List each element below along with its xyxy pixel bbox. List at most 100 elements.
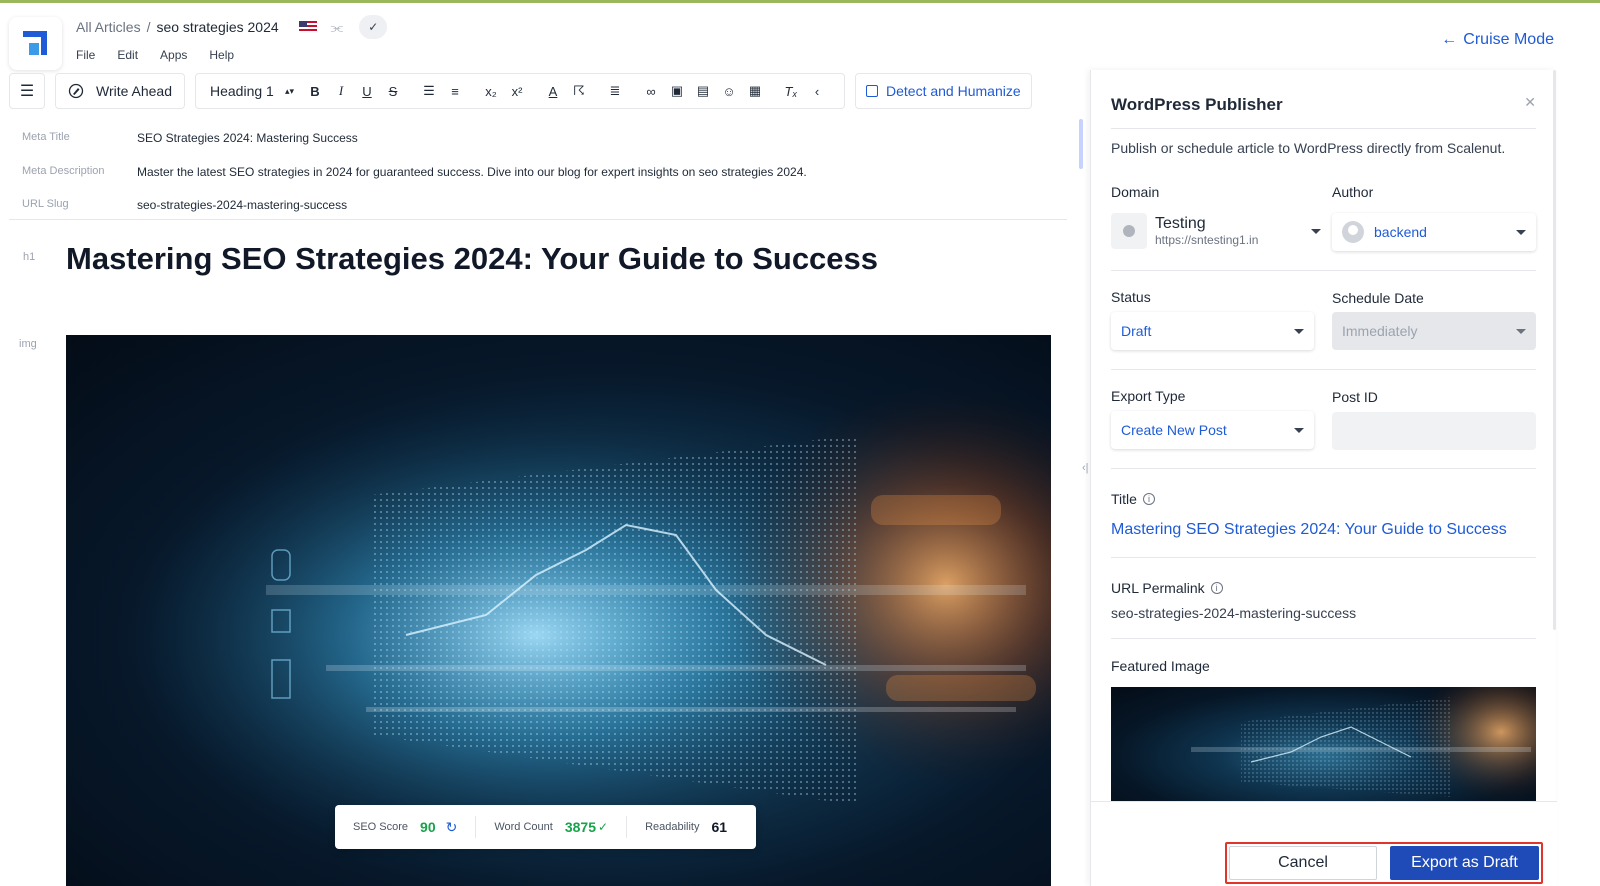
breadcrumb: All Articles / seo strategies 2024 ⫘ ✓ [76, 15, 388, 39]
cruise-mode-link[interactable]: ← Cruise Mode [1441, 31, 1554, 49]
panel-description: Publish or schedule article to WordPress… [1111, 140, 1506, 156]
export-type-select[interactable]: Create New Post [1111, 411, 1314, 449]
detect-humanize-button[interactable]: Detect and Humanize [855, 73, 1032, 109]
share-icon[interactable]: ⫘ [331, 19, 344, 36]
chevron-down-icon [1294, 328, 1304, 334]
ordered-list-icon[interactable]: ☰ [416, 83, 442, 99]
subscript-button[interactable]: x₂ [478, 84, 504, 99]
article-stats-bar: SEO Score 90 ↻ Word Count 3875 ✓ Readabi… [335, 805, 756, 849]
write-ahead-label: Write Ahead [96, 83, 173, 99]
superscript-button[interactable]: x² [504, 84, 530, 99]
hero-image[interactable] [66, 335, 1051, 886]
menu-edit[interactable]: Edit [117, 48, 138, 62]
image-icon[interactable]: ▣ [664, 83, 690, 99]
meta-description-label: Meta Description [22, 165, 105, 177]
seo-score-value: 90 [420, 819, 436, 835]
table-icon[interactable]: ▦ [742, 83, 768, 99]
highlight-icon[interactable]: ☈ [566, 83, 592, 99]
readability-value: 61 [711, 819, 728, 835]
refresh-icon[interactable]: ↻ [446, 819, 458, 836]
italic-button[interactable]: I [328, 83, 354, 99]
panel-scrollbar[interactable] [1553, 70, 1556, 630]
meta-title-label: Meta Title [22, 131, 70, 143]
word-count-label: Word Count [494, 821, 553, 833]
heading-select[interactable]: Heading 1 ▴▾ [210, 83, 302, 99]
breadcrumb-separator: / [146, 19, 151, 35]
app-logo[interactable] [9, 17, 62, 70]
chevron-down-icon [1311, 228, 1321, 234]
author-value: backend [1374, 224, 1427, 240]
meta-title-value[interactable]: SEO Strategies 2024: Mastering Success [137, 131, 358, 145]
detect-icon [866, 85, 878, 97]
info-icon[interactable]: i [1210, 582, 1223, 594]
bold-button[interactable]: B [302, 84, 328, 99]
title-label: Title [1111, 491, 1137, 507]
us-flag-icon[interactable] [298, 21, 317, 33]
author-select[interactable]: backend [1332, 213, 1536, 251]
emoji-icon[interactable]: ☺ [716, 84, 742, 99]
schedule-date-label: Schedule Date [1332, 290, 1424, 306]
editor-toolbar: ☰ Write Ahead Heading 1 ▴▾ B I U S ☰ ≡ x… [9, 73, 1032, 109]
arrow-left-icon: ← [1441, 31, 1458, 48]
meta-description-row: Meta Description Master the latest SEO s… [22, 165, 807, 179]
video-icon[interactable]: ▤ [690, 83, 716, 99]
panel-footer: Cancel Export as Draft [1091, 801, 1557, 886]
post-id-field[interactable] [1332, 412, 1536, 450]
avatar [1342, 221, 1364, 243]
divider [1111, 369, 1536, 370]
cancel-button[interactable]: Cancel [1229, 846, 1377, 880]
seo-score-label: SEO Score [353, 821, 409, 833]
wordpress-publisher-panel: WordPress Publisher ✕ Publish or schedul… [1090, 70, 1557, 886]
divider [1111, 128, 1536, 129]
status-select[interactable]: Draft [1111, 312, 1314, 350]
export-as-draft-button[interactable]: Export as Draft [1390, 846, 1539, 880]
check-icon[interactable]: ✓ [359, 15, 388, 39]
info-icon[interactable]: i [1142, 493, 1155, 505]
globe-icon [1111, 213, 1147, 249]
domain-select[interactable]: Testing https://sntesting1.in [1111, 210, 1321, 252]
outline-toggle-button[interactable]: ☰ [9, 73, 45, 109]
chevron-down-icon [1516, 229, 1526, 235]
close-icon[interactable]: ✕ [1524, 94, 1536, 111]
permalink-value[interactable]: seo-strategies-2024-mastering-success [1111, 605, 1356, 621]
domain-name: Testing [1155, 215, 1206, 232]
url-slug-value[interactable]: seo-strategies-2024-mastering-success [137, 198, 347, 212]
menu-help[interactable]: Help [209, 48, 234, 62]
checkmark-icon: ✓ [598, 820, 609, 834]
format-toolbar: Heading 1 ▴▾ B I U S ☰ ≡ x₂ x² A ☈ ≣ ∞ ▣… [195, 73, 845, 109]
title-value[interactable]: Mastering SEO Strategies 2024: Your Guid… [1111, 521, 1507, 539]
article-editor[interactable]: Meta Title SEO Strategies 2024: Masterin… [9, 119, 1083, 886]
schedule-date-value: Immediately [1342, 323, 1418, 339]
post-id-label: Post ID [1332, 389, 1378, 405]
text-color-icon[interactable]: A [540, 84, 566, 99]
export-type-value: Create New Post [1121, 422, 1227, 438]
strikethrough-button[interactable]: S [380, 84, 406, 99]
bullet-list-icon[interactable]: ≡ [442, 84, 468, 99]
link-icon[interactable]: ∞ [638, 84, 664, 99]
collapse-toolbar-icon[interactable]: ‹ [804, 84, 830, 99]
write-ahead-button[interactable]: Write Ahead [55, 73, 185, 109]
editor-scrollbar[interactable] [1079, 119, 1083, 169]
breadcrumb-all-articles[interactable]: All Articles [76, 19, 141, 35]
meta-description-value[interactable]: Master the latest SEO strategies in 2024… [137, 165, 807, 179]
title-label-row: Title i [1111, 491, 1155, 507]
chevron-down-icon [1516, 328, 1526, 334]
menu-apps[interactable]: Apps [160, 48, 187, 62]
h1-tag-label: h1 [23, 251, 36, 263]
meta-title-row: Meta Title SEO Strategies 2024: Masterin… [22, 131, 358, 145]
underline-button[interactable]: U [354, 84, 380, 99]
divider [1111, 557, 1536, 558]
panel-resize-handle[interactable]: ‹| [1082, 462, 1089, 474]
schedule-date-select[interactable]: Immediately [1332, 312, 1536, 350]
menu-file[interactable]: File [76, 48, 95, 62]
menu-bar: File Edit Apps Help [76, 48, 234, 62]
featured-image-label: Featured Image [1111, 658, 1210, 674]
panel-title: WordPress Publisher [1111, 95, 1283, 114]
featured-image-thumbnail[interactable] [1111, 687, 1536, 802]
write-ahead-icon [68, 83, 84, 99]
top-bar: All Articles / seo strategies 2024 ⫘ ✓ F… [0, 3, 1600, 70]
align-icon[interactable]: ≣ [602, 83, 628, 99]
permalink-label: URL Permalink [1111, 580, 1205, 596]
article-heading[interactable]: Mastering SEO Strategies 2024: Your Guid… [66, 241, 878, 277]
clear-format-icon[interactable]: Tₓ [778, 84, 804, 99]
